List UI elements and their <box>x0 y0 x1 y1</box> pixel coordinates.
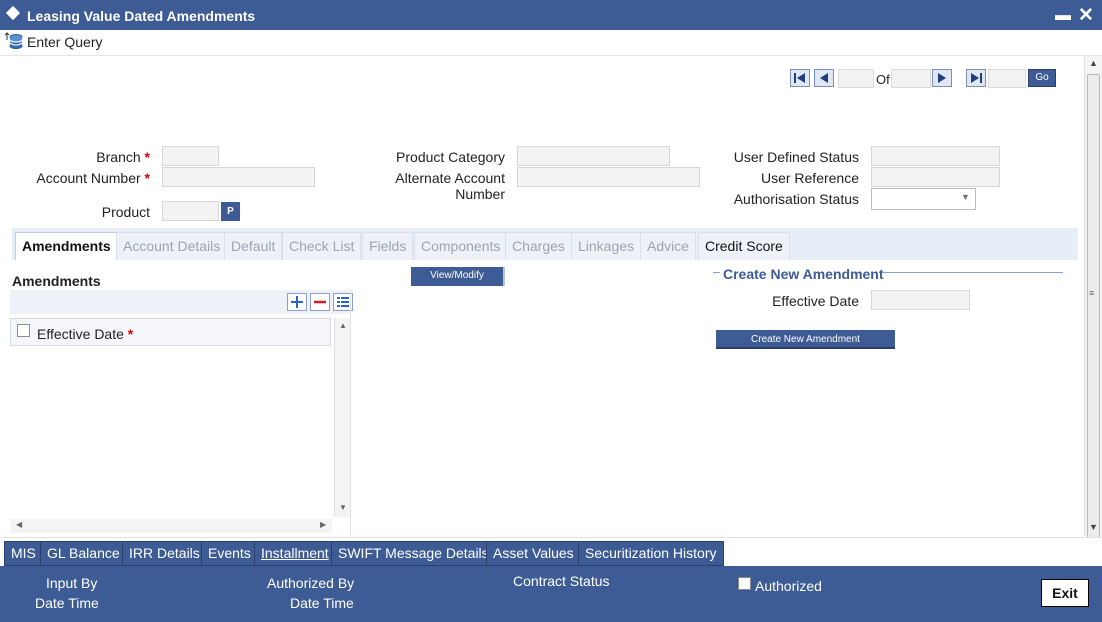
tab-components[interactable]: Components <box>414 232 508 260</box>
window-title: Leasing Value Dated Amendments <box>27 8 256 24</box>
main-vertical-scrollbar[interactable]: ▲ ≡ ▼ <box>1084 56 1102 570</box>
branch-input[interactable] <box>162 146 219 166</box>
first-record-button[interactable] <box>790 69 810 87</box>
current-record-field[interactable] <box>838 69 874 88</box>
authorized-checkbox[interactable] <box>738 577 751 590</box>
create-new-amendment-button[interactable]: Create New Amendment <box>716 330 895 349</box>
query-toolbar: Enter Query <box>0 30 1102 56</box>
tab-account-details[interactable]: Account Details <box>116 232 228 260</box>
tab-events[interactable]: Events <box>201 541 258 566</box>
database-icon[interactable] <box>4 31 24 51</box>
authorized-by-label: Authorized By <box>267 575 355 591</box>
close-icon[interactable]: ✕ <box>1078 4 1094 27</box>
branch-label: Branch * <box>96 149 150 165</box>
input-by-label: Input By <box>46 575 98 591</box>
delete-row-button[interactable] <box>310 293 330 311</box>
product-category-input <box>517 146 670 166</box>
tab-fields[interactable]: Fields <box>362 232 414 260</box>
user-reference-input[interactable] <box>871 167 1000 187</box>
scroll-up-icon[interactable]: ▲ <box>1089 58 1098 68</box>
chevron-down-icon: ▼ <box>961 192 970 202</box>
account-number-label: Account Number * <box>36 170 150 186</box>
section-rule <box>713 272 720 273</box>
first-record-icon <box>794 73 805 83</box>
scroll-down-icon[interactable]: ▼ <box>1089 522 1098 532</box>
goto-record-field[interactable] <box>988 69 1026 88</box>
bottom-tab-bar: MIS GL Balance IRR Details Events Instal… <box>0 537 1102 566</box>
section-rule <box>882 272 1063 273</box>
alternate-account-label-line2: Number <box>455 186 505 202</box>
window-titlebar: Leasing Value Dated Amendments ▬ ✕ <box>0 0 1102 30</box>
tab-charges[interactable]: Charges <box>505 232 572 260</box>
grid-vertical-scrollbar[interactable]: ▲ ▼ <box>334 318 350 517</box>
tab-bar: Amendments Account Details Default Check… <box>12 228 1078 260</box>
create-new-amendment-title: Create New Amendment <box>723 266 884 282</box>
scroll-thumb[interactable] <box>1087 74 1100 570</box>
tab-mis[interactable]: MIS <box>4 541 43 566</box>
date-time-label: Date Time <box>35 595 99 611</box>
delete-row-icon <box>314 300 326 304</box>
app-diamond-icon <box>5 5 21 21</box>
tab-gl-balance[interactable]: GL Balance <box>40 541 127 566</box>
scroll-right-icon[interactable]: ▶ <box>320 520 326 529</box>
product-input[interactable] <box>162 201 219 221</box>
tab-amendments[interactable]: Amendments <box>15 232 118 260</box>
add-row-button[interactable] <box>287 293 307 311</box>
previous-record-icon <box>820 73 828 83</box>
contract-status-label: Contract Status <box>513 573 610 589</box>
scroll-up-icon[interactable]: ▲ <box>339 321 347 330</box>
enter-query-button[interactable]: Enter Query <box>27 34 102 50</box>
grid-horizontal-scrollbar[interactable]: ◀ ▶ <box>10 519 332 533</box>
amendments-section-title: Amendments <box>12 273 101 289</box>
tab-default[interactable]: Default <box>224 232 283 260</box>
authorized-date-time-label: Date Time <box>290 595 354 611</box>
next-record-icon <box>938 73 946 83</box>
product-lookup-button[interactable]: P <box>221 202 240 221</box>
tab-advice[interactable]: Advice <box>640 232 697 260</box>
account-number-input[interactable] <box>162 167 315 187</box>
tab-check-list[interactable]: Check List <box>282 232 362 260</box>
total-records-field <box>891 69 931 88</box>
user-reference-label: User Reference <box>760 170 859 186</box>
tab-credit-score[interactable]: Credit Score <box>698 232 790 260</box>
authorized-label: Authorized <box>755 578 822 594</box>
scroll-left-icon[interactable]: ◀ <box>16 520 22 529</box>
tab-linkages[interactable]: Linkages <box>571 232 642 260</box>
last-record-button[interactable] <box>966 69 986 87</box>
audit-footer: Input By Date Time Authorized By Date Ti… <box>0 566 1102 622</box>
alternate-account-label: Alternate Account <box>395 170 505 186</box>
tab-irr-details[interactable]: IRR Details <box>122 541 207 566</box>
product-label: Product <box>101 204 150 220</box>
minimize-icon[interactable]: ▬ <box>1055 7 1071 25</box>
user-defined-status-input <box>871 146 1000 166</box>
view-modify-button[interactable]: View/Modify <box>411 267 505 286</box>
effective-date-label: Effective Date <box>772 293 859 309</box>
add-row-icon <box>291 296 303 308</box>
required-marker: * <box>123 326 134 342</box>
user-defined-status-label: User Defined Status <box>733 149 859 165</box>
section-divider <box>350 290 351 536</box>
select-all-checkbox[interactable] <box>17 324 30 337</box>
go-button[interactable]: Go <box>1028 69 1056 87</box>
last-record-icon <box>971 73 982 83</box>
tab-installment[interactable]: Installment <box>254 541 336 566</box>
alternate-account-input[interactable] <box>517 167 700 187</box>
required-marker: * <box>140 170 150 186</box>
scroll-grip-icon: ≡ <box>1089 288 1095 298</box>
required-marker: * <box>140 149 150 165</box>
of-label: Of <box>876 72 890 87</box>
authorisation-status-label: Authorisation Status <box>733 191 859 207</box>
exit-button[interactable]: Exit <box>1041 579 1089 607</box>
previous-record-button[interactable] <box>814 69 834 87</box>
tab-asset-values[interactable]: Asset Values <box>486 541 581 566</box>
tab-securitization-history[interactable]: Securitization History <box>578 541 724 566</box>
tab-swift-message-details[interactable]: SWIFT Message Details <box>331 541 496 566</box>
next-record-button[interactable] <box>932 69 952 87</box>
product-category-label: Product Category <box>396 149 505 165</box>
effective-date-input[interactable] <box>871 290 970 310</box>
scroll-down-icon[interactable]: ▼ <box>339 503 347 512</box>
amendments-grid-header: Effective Date * <box>10 318 331 346</box>
effective-date-column-header: Effective Date * <box>37 326 134 342</box>
